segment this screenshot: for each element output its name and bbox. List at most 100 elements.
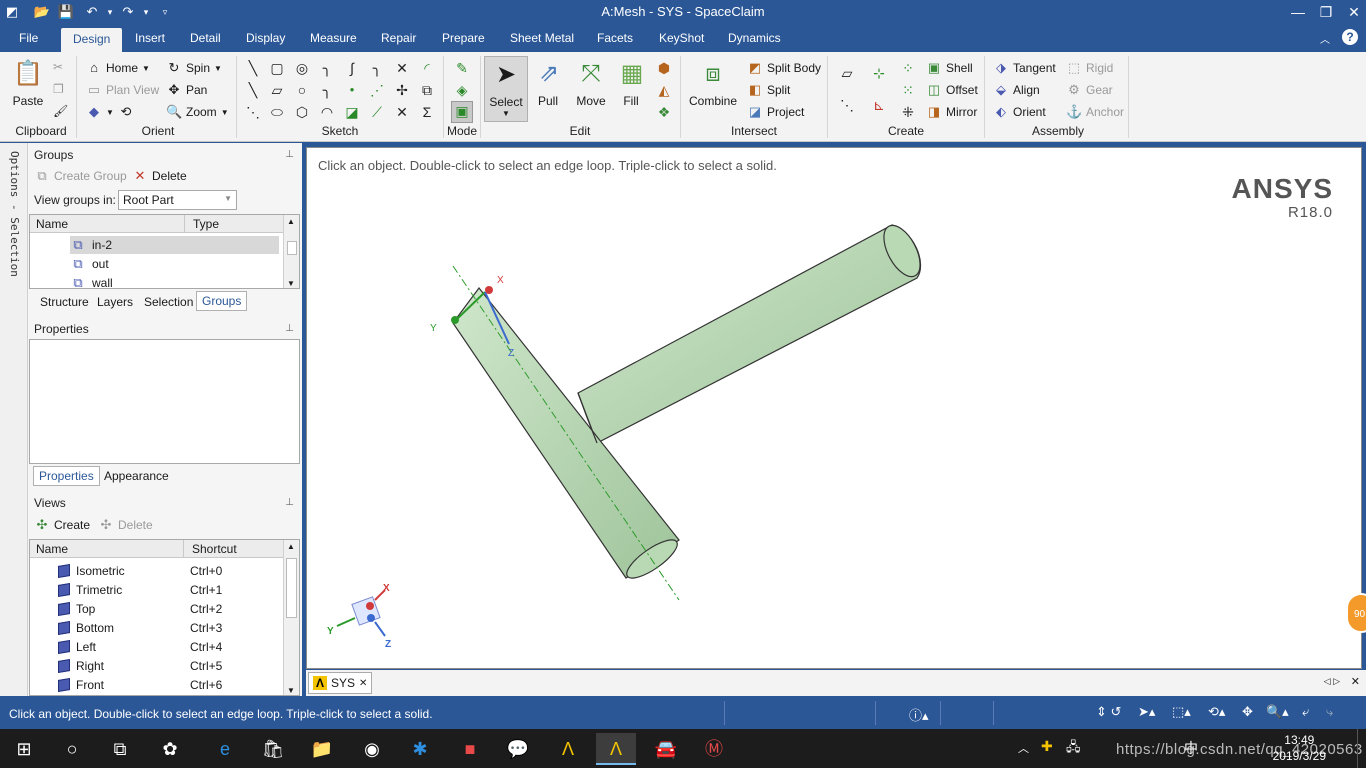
scroll-down-icon[interactable]: ▼ bbox=[287, 279, 295, 288]
tab-sheet-metal[interactable]: Sheet Metal bbox=[510, 31, 574, 45]
ime-indicator[interactable]: 中 bbox=[1184, 738, 1198, 758]
task-view-icon[interactable]: ⧉ bbox=[100, 733, 140, 765]
tab-insert[interactable]: Insert bbox=[135, 31, 165, 45]
project-curve-icon[interactable]: ⟋ bbox=[368, 103, 386, 121]
tangent-line-icon[interactable]: ╲ bbox=[244, 81, 262, 99]
ansys-workbench-icon[interactable]: Λ bbox=[548, 733, 588, 765]
tab-keyshot[interactable]: KeyShot bbox=[659, 31, 704, 45]
triad-x-handle[interactable] bbox=[485, 286, 493, 294]
tangent-arc-icon[interactable]: ╮ bbox=[368, 59, 386, 77]
side-badge[interactable]: 90 bbox=[1346, 593, 1366, 633]
construction-line-icon[interactable]: ⋱ bbox=[244, 103, 262, 121]
tab-detail[interactable]: Detail bbox=[190, 31, 221, 45]
linear-pattern-icon[interactable]: ⁘ bbox=[899, 59, 917, 77]
rigid-button[interactable]: ⬚ Rigid bbox=[1066, 60, 1114, 76]
spin-button[interactable]: ↻ Spin ▼ bbox=[166, 60, 222, 76]
table-row[interactable]: Right bbox=[58, 656, 104, 675]
tab-file[interactable]: File bbox=[19, 31, 38, 45]
main-pipe[interactable] bbox=[452, 287, 680, 579]
table-row[interactable]: ⧉ in-2 bbox=[70, 236, 279, 254]
move-button[interactable]: ⤧ Move bbox=[574, 58, 608, 108]
show-hidden-icons-icon[interactable]: ︿ bbox=[1018, 740, 1029, 756]
format-painter-icon[interactable]: 🖌 bbox=[53, 104, 68, 118]
close-document-icon[interactable]: ✕ bbox=[1351, 675, 1360, 688]
project-button[interactable]: ◪ Project bbox=[747, 104, 805, 120]
network-icon[interactable]: 🖧 bbox=[1066, 738, 1081, 760]
sketch-mode-icon[interactable]: ✎ bbox=[453, 59, 471, 77]
spaceclaim-taskbar-icon[interactable]: Λ bbox=[596, 733, 636, 765]
table-row[interactable]: Bottom bbox=[58, 618, 114, 637]
show-desktop-button[interactable] bbox=[1357, 729, 1362, 768]
box-select-icon[interactable]: ⬚▴ bbox=[1172, 704, 1191, 720]
wechat-icon[interactable]: 💬 bbox=[498, 733, 538, 765]
document-tab-sys[interactable]: Λ SYS ✕ bbox=[308, 672, 372, 694]
tray-security-icon[interactable]: ✚ bbox=[1041, 738, 1053, 755]
next-view-icon[interactable]: ⤷ bbox=[1326, 704, 1333, 720]
tab-selection[interactable]: Selection bbox=[144, 295, 193, 309]
table-row[interactable]: ⧉ out bbox=[70, 255, 108, 273]
scroll-thumb[interactable] bbox=[286, 558, 297, 618]
tab-appearance[interactable]: Appearance bbox=[104, 469, 169, 483]
mega-icon[interactable]: Ⓜ bbox=[694, 733, 734, 765]
tab-repair[interactable]: Repair bbox=[381, 31, 416, 45]
origin-icon[interactable]: ⊾ bbox=[870, 96, 888, 114]
replace-icon[interactable]: ◭ bbox=[655, 81, 673, 99]
orient-button[interactable]: ⬖ Orient bbox=[993, 104, 1046, 120]
app-pinwheel-icon[interactable]: ✿ bbox=[150, 733, 190, 765]
pin-icon[interactable]: ⊥ bbox=[285, 497, 294, 508]
pull-button[interactable]: ⇗ Pull bbox=[533, 58, 563, 108]
pan-button[interactable]: ✥ Pan bbox=[166, 82, 208, 98]
table-row[interactable]: ⧉ wall bbox=[70, 274, 112, 288]
delete-group-button[interactable]: ✕ Delete bbox=[132, 168, 187, 184]
cortana-icon[interactable]: ○ bbox=[52, 733, 92, 765]
rectangle-tool-icon[interactable]: ▢ bbox=[268, 59, 286, 77]
youdao-icon[interactable]: ■ bbox=[450, 733, 490, 765]
table-row[interactable]: Top bbox=[58, 599, 95, 618]
split-body-button[interactable]: ◩ Split Body bbox=[747, 60, 821, 76]
branch-pipe[interactable] bbox=[577, 224, 922, 444]
delete-view-button[interactable]: ✣ Delete bbox=[98, 517, 153, 533]
create-group-button[interactable]: ⧉ Create Group bbox=[34, 168, 126, 184]
table-row[interactable]: Isometric bbox=[58, 561, 125, 580]
tab-prepare[interactable]: Prepare bbox=[442, 31, 485, 45]
combine-button[interactable]: ⧈ Combine bbox=[688, 58, 738, 108]
spin-status-icon[interactable]: ⟲▴ bbox=[1208, 704, 1225, 720]
extend-tool-icon[interactable]: ✕ bbox=[393, 103, 411, 121]
restore-icon[interactable]: ❐ bbox=[1312, 0, 1340, 24]
tab-properties[interactable]: Properties bbox=[33, 466, 100, 486]
scroll-up-icon[interactable]: ▲ bbox=[287, 217, 295, 226]
scroll-up-icon[interactable]: ▲ bbox=[287, 542, 295, 551]
tab-facets[interactable]: Facets bbox=[597, 31, 633, 45]
view-groups-select[interactable]: Root Part ▼ bbox=[118, 190, 237, 210]
offset-button[interactable]: ◫ Offset bbox=[926, 82, 978, 98]
polygon-tool-icon[interactable]: ⬡ bbox=[293, 103, 311, 121]
arc-tool-icon[interactable]: ╮ bbox=[318, 59, 336, 77]
pan-status-icon[interactable]: ✥ bbox=[1242, 704, 1253, 720]
fill-button[interactable]: ▦ Fill bbox=[616, 58, 646, 108]
create-view-button[interactable]: ✣ Create bbox=[34, 517, 90, 533]
zoom-status-icon[interactable]: 🔍▴ bbox=[1266, 704, 1289, 720]
options-selection-strip[interactable]: Options - Selection bbox=[0, 143, 28, 696]
column-name[interactable]: Name bbox=[36, 542, 68, 556]
tangent-button[interactable]: ⬗ Tangent bbox=[993, 60, 1056, 76]
tab-scroll-left-icon[interactable]: ◁ ▷ bbox=[1324, 676, 1340, 687]
tab-design[interactable]: Design bbox=[61, 28, 123, 52]
copy-icon[interactable]: ❐ bbox=[53, 82, 64, 96]
groups-scrollbar[interactable]: ▲ ▼ bbox=[283, 215, 299, 288]
model-canvas[interactable]: X Y Z X Y Z bbox=[307, 148, 1361, 668]
view-cube-button[interactable]: ◆ ▼ ⟲ bbox=[86, 104, 134, 120]
point-tool-icon[interactable]: ● bbox=[343, 81, 361, 99]
circle-tool-icon[interactable]: ◎ bbox=[293, 59, 311, 77]
table-row[interactable]: Left bbox=[58, 637, 96, 656]
help-icon[interactable]: ? bbox=[1342, 29, 1358, 45]
axis-icon[interactable]: ⋱ bbox=[838, 96, 856, 114]
align-button[interactable]: ⬙ Align bbox=[993, 82, 1040, 98]
pin-icon[interactable]: ⊥ bbox=[285, 149, 294, 160]
fill-pattern-icon[interactable]: ⁜ bbox=[899, 103, 917, 121]
cut-icon[interactable]: ✂ bbox=[53, 60, 63, 74]
triad-y-handle[interactable] bbox=[451, 316, 459, 324]
three-point-rect-icon[interactable]: ▱ bbox=[268, 81, 286, 99]
tab-measure[interactable]: Measure bbox=[310, 31, 357, 45]
store-icon[interactable]: 🛍 bbox=[253, 733, 293, 765]
home-button[interactable]: ⌂ Home ▼ bbox=[86, 60, 150, 76]
